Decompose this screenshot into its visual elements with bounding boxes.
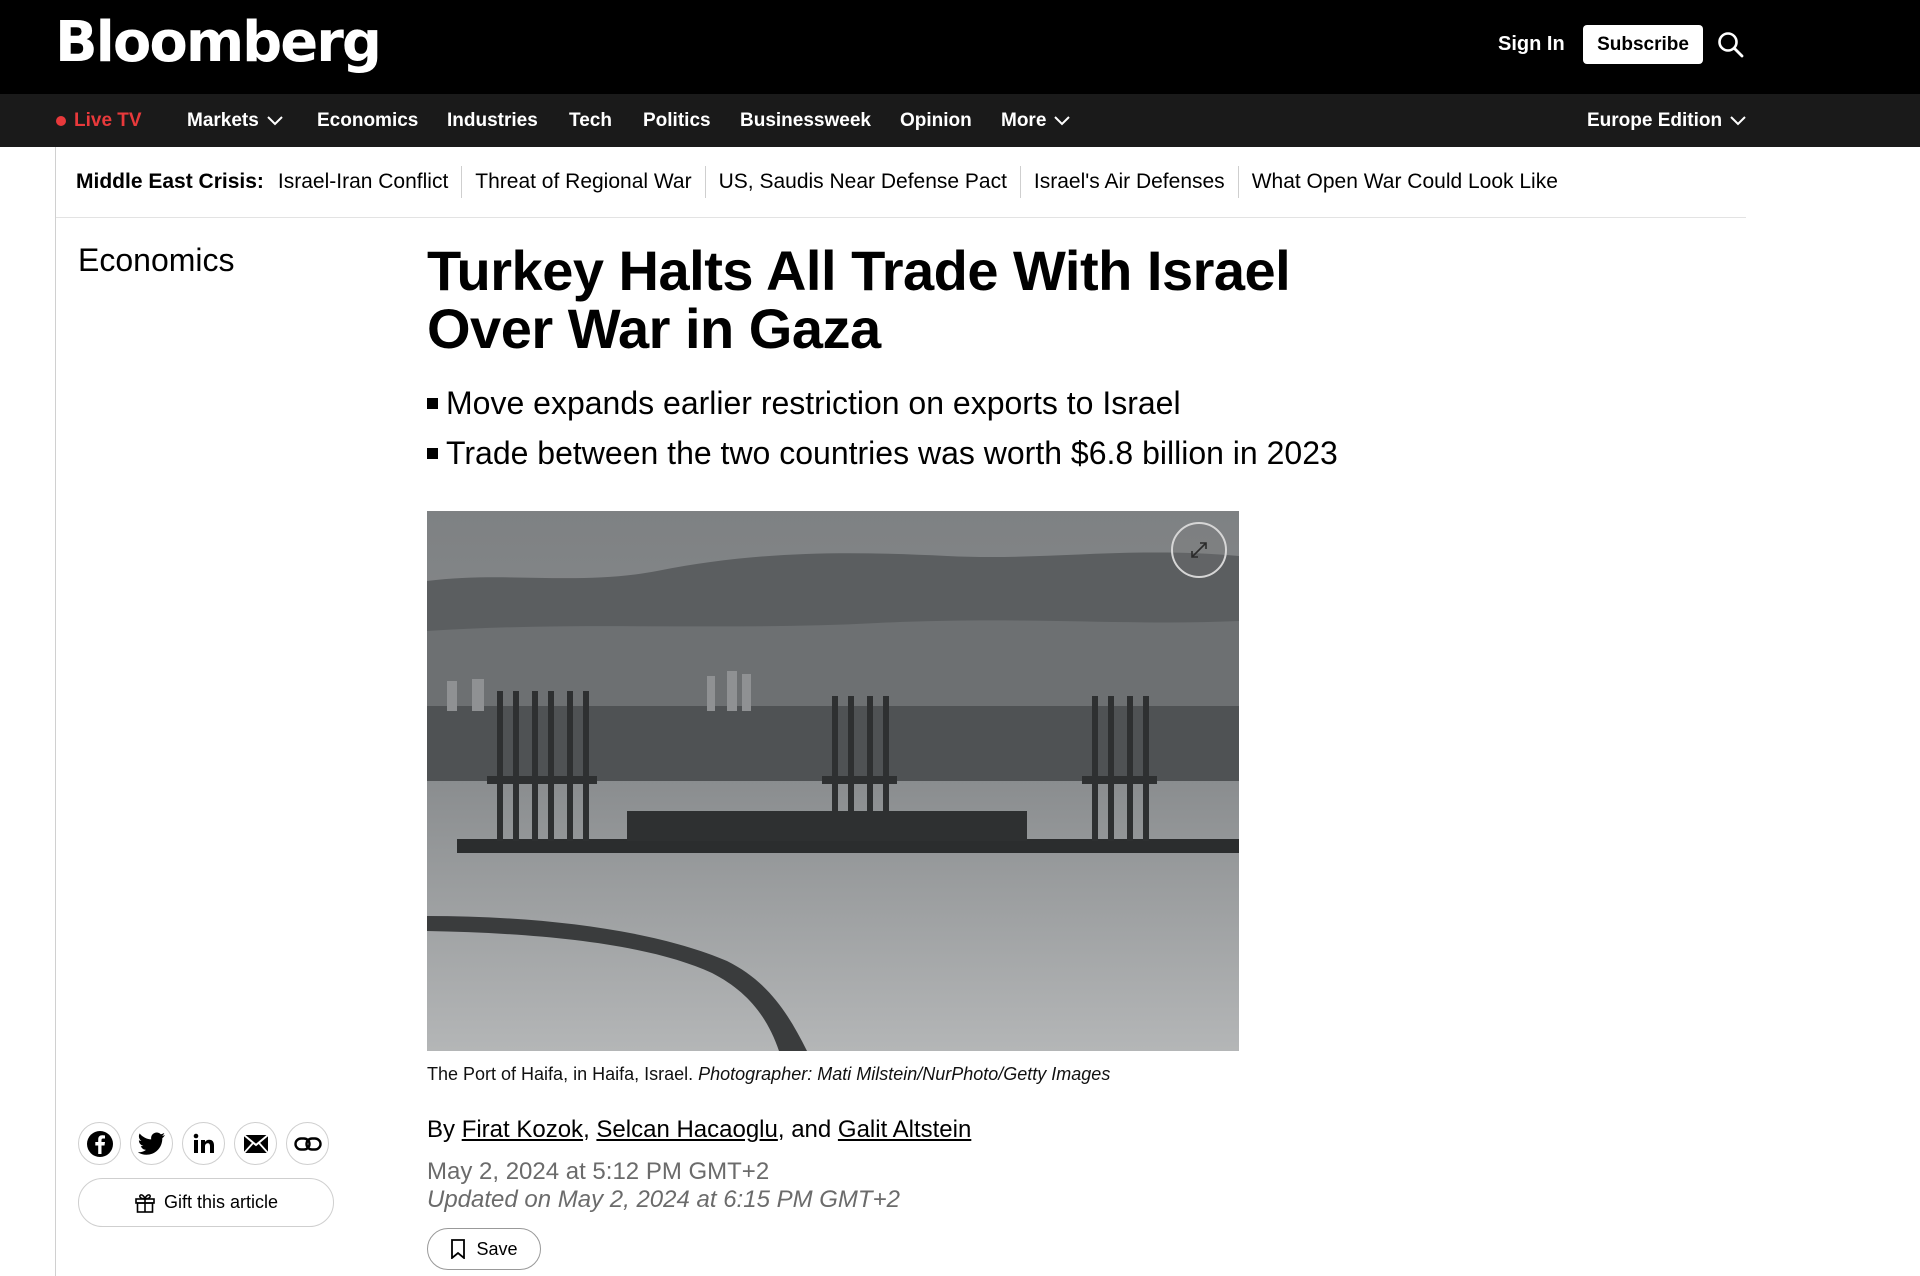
gift-article-button[interactable]: Gift this article: [78, 1178, 334, 1227]
gift-article-label: Gift this article: [163, 1192, 279, 1212]
author-link[interactable]: Firat Kozok: [462, 1116, 583, 1143]
topic-link[interactable]: Threat of Regional War: [462, 166, 706, 198]
sign-in-link[interactable]: Sign In: [1498, 33, 1565, 56]
share-twitter-button[interactable]: [130, 1122, 173, 1165]
bloomberg-logo[interactable]: Bloomberg: [55, 10, 382, 75]
chevron-down-icon: [267, 115, 283, 125]
caption-credit: Photographer: Mati Milstein/NurPhoto/Get…: [698, 1064, 1111, 1084]
left-divider: [55, 147, 56, 1276]
nav-more-label: More: [1001, 109, 1047, 131]
search-icon[interactable]: [1716, 30, 1746, 60]
subscribe-button[interactable]: Subscribe: [1583, 25, 1703, 64]
live-dot-icon: [56, 115, 66, 126]
nav-opinion[interactable]: Opinion: [900, 94, 972, 147]
nav-politics[interactable]: Politics: [643, 94, 711, 147]
byline-separator: ,: [583, 1116, 597, 1143]
nav-economics[interactable]: Economics: [317, 94, 418, 147]
port-photo-illustration: [427, 511, 1239, 1051]
share-email-button[interactable]: [234, 1122, 277, 1165]
author-link[interactable]: Selcan Hacaoglu: [596, 1116, 777, 1143]
twitter-icon: [137, 1132, 165, 1155]
nav-markets-label: Markets: [187, 109, 259, 131]
save-button[interactable]: Save: [427, 1228, 541, 1270]
nav-more[interactable]: More: [1001, 94, 1071, 147]
article-summary: Move expands earlier restriction on expo…: [427, 378, 1338, 478]
nav-tech[interactable]: Tech: [569, 94, 612, 147]
summary-bullet-text: Move expands earlier restriction on expo…: [446, 385, 1181, 421]
article-headline: Turkey Halts All Trade With Israel Over …: [427, 239, 1291, 360]
topic-link[interactable]: Israel's Air Defenses: [1021, 166, 1239, 198]
summary-bullet: Trade between the two countries was wort…: [427, 428, 1338, 478]
nav-industries[interactable]: Industries: [447, 94, 538, 147]
nav-live-tv[interactable]: Live TV: [56, 94, 142, 147]
updated-date: Updated on May 2, 2024 at 6:15 PM GMT+2: [427, 1186, 900, 1213]
save-label: Save: [476, 1238, 518, 1259]
gift-icon: [135, 1193, 155, 1213]
topic-strip: Middle East Crisis: Israel-Iran Conflict…: [56, 147, 1746, 218]
chevron-down-icon: [1054, 115, 1071, 125]
bookmark-icon: [451, 1239, 466, 1259]
byline: By Firat Kozok, Selcan Hacaoglu, and Gal…: [427, 1116, 971, 1144]
lead-photo[interactable]: [427, 511, 1239, 1051]
summary-bullet: Move expands earlier restriction on expo…: [427, 378, 1338, 428]
caption-text: The Port of Haifa, in Haifa, Israel.: [427, 1064, 699, 1084]
topic-link[interactable]: What Open War Could Look Like: [1239, 166, 1571, 198]
top-bar: Bloomberg Sign In Subscribe: [0, 0, 1920, 94]
byline-separator: , and: [777, 1116, 838, 1143]
byline-prefix: By: [427, 1116, 462, 1143]
bullet-square-icon: [427, 397, 438, 409]
topic-link[interactable]: Israel-Iran Conflict: [278, 166, 463, 198]
published-date: May 2, 2024 at 5:12 PM GMT+2: [427, 1158, 770, 1185]
nav-businessweek[interactable]: Businessweek: [740, 94, 871, 147]
share-linkedin-button[interactable]: [182, 1122, 225, 1165]
expand-image-button[interactable]: [1171, 522, 1227, 578]
expand-icon: [1191, 542, 1207, 558]
linkedin-icon: [193, 1133, 214, 1153]
share-facebook-button[interactable]: [78, 1122, 121, 1165]
link-icon: [293, 1136, 322, 1151]
bullet-square-icon: [427, 447, 438, 459]
facebook-icon: [86, 1130, 113, 1157]
summary-bullet-text: Trade between the two countries was wort…: [446, 435, 1338, 471]
nav-live-tv-label: Live TV: [74, 109, 142, 131]
nav-markets[interactable]: Markets: [187, 94, 283, 147]
photo-caption: The Port of Haifa, in Haifa, Israel. Pho…: [427, 1064, 1110, 1085]
author-link[interactable]: Galit Altstein: [838, 1116, 971, 1143]
nav-edition-selector[interactable]: Europe Edition: [1587, 94, 1746, 147]
copy-link-button[interactable]: [286, 1122, 329, 1165]
main-nav: Live TV Markets Economics Industries Tec…: [0, 94, 1920, 147]
section-label[interactable]: Economics: [78, 242, 235, 279]
email-icon: [242, 1133, 269, 1154]
topic-strip-label: Middle East Crisis:: [76, 170, 264, 193]
chevron-down-icon: [1730, 115, 1746, 125]
edition-label: Europe Edition: [1587, 109, 1723, 131]
topic-link[interactable]: US, Saudis Near Defense Pact: [706, 166, 1021, 198]
